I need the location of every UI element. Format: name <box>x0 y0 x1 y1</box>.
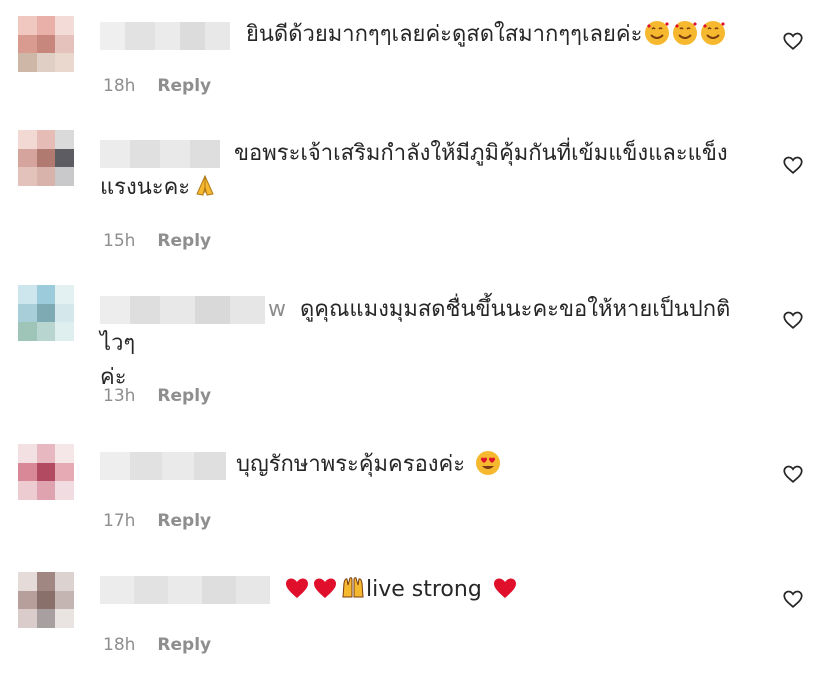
comment-meta: 18h Reply <box>103 76 211 96</box>
comment-timestamp: 13h <box>103 386 136 406</box>
comment-timestamp: 17h <box>103 511 136 531</box>
avatar[interactable] <box>18 572 74 628</box>
smiling-face-with-hearts-emoji <box>701 21 726 45</box>
comment-meta: 17h Reply <box>103 511 211 531</box>
raising-hands-emoji <box>342 577 364 598</box>
comment-text: live strong <box>100 573 760 607</box>
avatar[interactable] <box>18 285 74 341</box>
reply-button[interactable]: Reply <box>157 511 211 531</box>
red-heart-emoji <box>286 578 308 598</box>
heart-outline-icon[interactable] <box>782 588 804 610</box>
reply-button[interactable]: Reply <box>157 76 211 96</box>
reply-button[interactable]: Reply <box>157 231 211 251</box>
heart-outline-icon[interactable] <box>782 309 804 331</box>
comment-meta: 15h Reply <box>103 231 211 251</box>
avatar[interactable] <box>18 16 74 72</box>
avatar[interactable] <box>18 444 74 500</box>
comment-timestamp: 18h <box>103 635 136 655</box>
heart-outline-icon[interactable] <box>782 30 804 52</box>
comment-timestamp: 15h <box>103 231 136 251</box>
heart-outline-icon[interactable] <box>782 463 804 485</box>
comment-text: บุญรักษาพระคุ้มครองค่ะ <box>100 448 760 482</box>
comment-text: ยินดีด้วยมากๆๆเลยค่ะดูสดใสมากๆๆเลยค่ะ <box>100 18 760 52</box>
comment-text: w ดูคุณแมงมุมสดชื่นขึ้นนะคะขอให้หายเป็นปก… <box>100 297 731 390</box>
smiling-face-with-hearts-emoji <box>645 21 670 45</box>
avatar[interactable] <box>18 130 74 186</box>
folded-hands-emoji <box>196 174 214 196</box>
comment-meta: 18h Reply <box>103 635 211 655</box>
comment-timestamp: 18h <box>103 76 136 96</box>
red-heart-emoji <box>314 578 336 598</box>
heart-eyes-emoji <box>476 451 501 475</box>
comment-meta: 13h Reply <box>103 386 211 406</box>
comments-list: ยินดีด้วยมากๆๆเลยค่ะดูสดใสมากๆๆเลยค่ะ 18… <box>0 0 820 678</box>
red-heart-emoji <box>493 578 516 598</box>
heart-outline-icon[interactable] <box>782 154 804 176</box>
comment-text: ขอพระเจ้าเสริมกำลังให้มีภูมิคุ้มกันที่เข… <box>100 141 728 200</box>
reply-button[interactable]: Reply <box>157 386 211 406</box>
reply-button[interactable]: Reply <box>157 635 211 655</box>
smiling-face-with-hearts-emoji <box>673 21 698 45</box>
